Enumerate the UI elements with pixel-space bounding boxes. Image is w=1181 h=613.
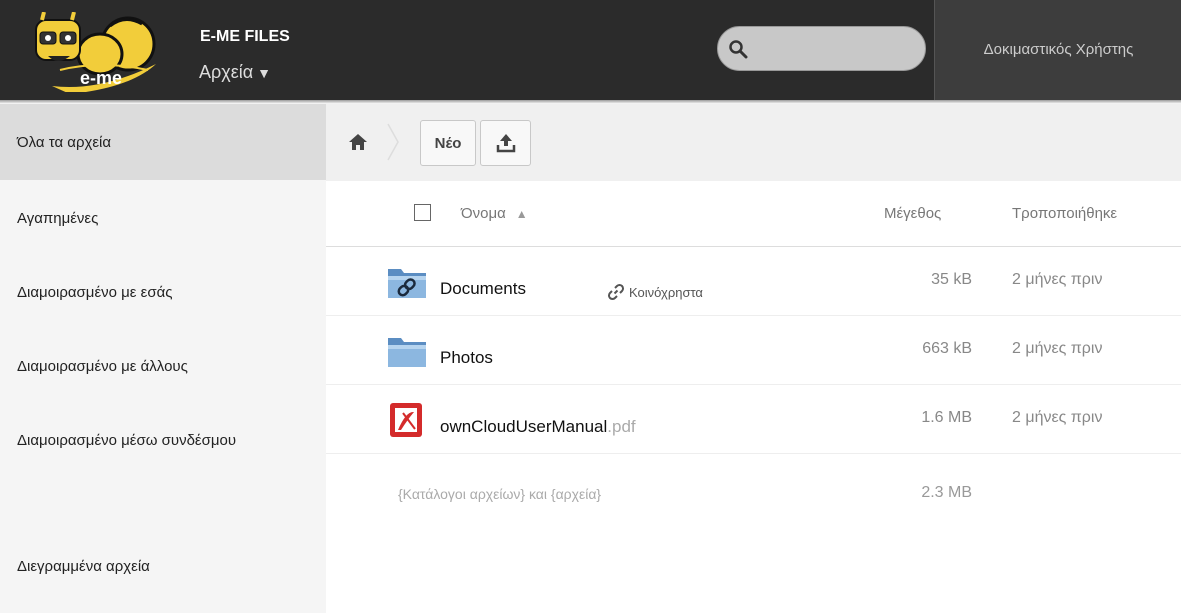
link-icon [607, 283, 625, 301]
column-name-header[interactable]: Όνομα ▲ [461, 205, 528, 222]
column-name-label: Όνομα [461, 205, 506, 222]
column-modified-header[interactable]: Τροποποιήθηκε [1012, 205, 1117, 222]
app-title: E-ME FILES [200, 28, 290, 45]
file-modified: 2 μήνες πριν [1012, 340, 1103, 357]
file-size: 35 kB [931, 271, 972, 288]
sidebar-item-shared-by-link[interactable]: Διαμοιρασμένο μέσω συνδέσμου [0, 402, 326, 478]
folder-icon [388, 338, 426, 367]
column-size-header[interactable]: Μέγεθος [884, 205, 941, 222]
user-name: Δοκιμαστικός Χρήστης [983, 41, 1134, 58]
sort-ascending-icon: ▲ [515, 207, 528, 221]
header-bar: e-me E-ME FILES Αρχεία ▼ Δοκιμαστικός Χρή… [0, 0, 1181, 100]
file-name[interactable]: Photos [440, 348, 493, 368]
summary-text: {Κατάλογοι αρχείων} και {αρχεία} [398, 486, 602, 502]
sidebar-item-label: Όλα τα αρχεία [17, 133, 112, 151]
file-size: 663 kB [922, 340, 972, 357]
file-basename: Photos [440, 348, 493, 367]
file-list-summary: {Κατάλογοι αρχείων} και {αρχεία} 2.3 MB [326, 454, 1181, 534]
sidebar-item-label: Διεγραμμένα αρχεία [17, 557, 150, 575]
file-extension: .pdf [607, 417, 636, 436]
controls-bar: Νέο [326, 104, 1181, 181]
app-menu-toggle[interactable]: Αρχεία ▼ [199, 62, 271, 83]
file-basename: ownCloudUserManual [440, 417, 608, 436]
share-label: Κοινόχρηστα [629, 284, 703, 300]
file-name[interactable]: ownCloudUserManual.pdf [440, 417, 636, 437]
svg-text:e-me: e-me [80, 68, 122, 88]
app-menu-label: Αρχεία [199, 62, 254, 82]
sidebar-item-shared-with-you[interactable]: Διαμοιρασμένο με εσάς [0, 254, 326, 330]
pdf-icon [390, 403, 422, 437]
upload-icon [496, 134, 515, 153]
file-row-photos[interactable]: Photos 663 kB 2 μήνες πριν [326, 316, 1181, 385]
sidebar-item-label: Αγαπημένες [17, 209, 99, 227]
new-button[interactable]: Νέο [420, 120, 476, 166]
file-size: 1.6 MB [921, 409, 972, 426]
sidebar-item-label: Διαμοιρασμένο μέσω συνδέσμου [17, 431, 237, 449]
file-basename: Documents [440, 279, 526, 298]
file-row-user-manual[interactable]: ownCloudUserManual.pdf 1.6 MB 2 μήνες πρ… [326, 385, 1181, 454]
file-modified: 2 μήνες πριν [1012, 409, 1103, 426]
select-all-checkbox[interactable] [414, 204, 431, 221]
sidebar-item-label: Διαμοιρασμένο με άλλους [17, 357, 188, 375]
search-input[interactable] [756, 35, 916, 63]
sidebar: Όλα τα αρχεία Αγαπημένες Διαμοιρασμένο μ… [0, 104, 326, 613]
search-icon[interactable] [728, 39, 748, 59]
sidebar-item-deleted-files[interactable]: Διεγραμμένα αρχεία [0, 528, 326, 604]
summary-size: 2.3 MB [921, 484, 972, 501]
home-icon[interactable] [348, 133, 368, 151]
sidebar-item-all-files[interactable]: Όλα τα αρχεία [0, 104, 326, 180]
share-link[interactable]: Κοινόχρηστα [607, 283, 703, 301]
search-box[interactable] [717, 26, 926, 71]
user-menu[interactable]: Δοκιμαστικός Χρήστης [934, 0, 1181, 100]
upload-button[interactable] [480, 120, 531, 166]
shared-folder-icon [388, 269, 426, 298]
sidebar-item-shared-with-others[interactable]: Διαμοιρασμένο με άλλους [0, 328, 326, 404]
file-modified: 2 μήνες πριν [1012, 271, 1103, 288]
sidebar-item-label: Διαμοιρασμένο με εσάς [17, 283, 173, 301]
sidebar-item-favorites[interactable]: Αγαπημένες [0, 180, 326, 256]
file-list-header: Όνομα ▲ Μέγεθος Τροποποιήθηκε [326, 181, 1181, 247]
breadcrumb-separator-icon [387, 123, 399, 161]
e-me-logo[interactable]: e-me [30, 11, 160, 94]
file-name[interactable]: Documents [440, 279, 526, 299]
file-row-documents[interactable]: Documents Κοινόχρηστα 35 kB 2 μήνες πριν [326, 247, 1181, 316]
caret-down-icon: ▼ [257, 65, 271, 81]
